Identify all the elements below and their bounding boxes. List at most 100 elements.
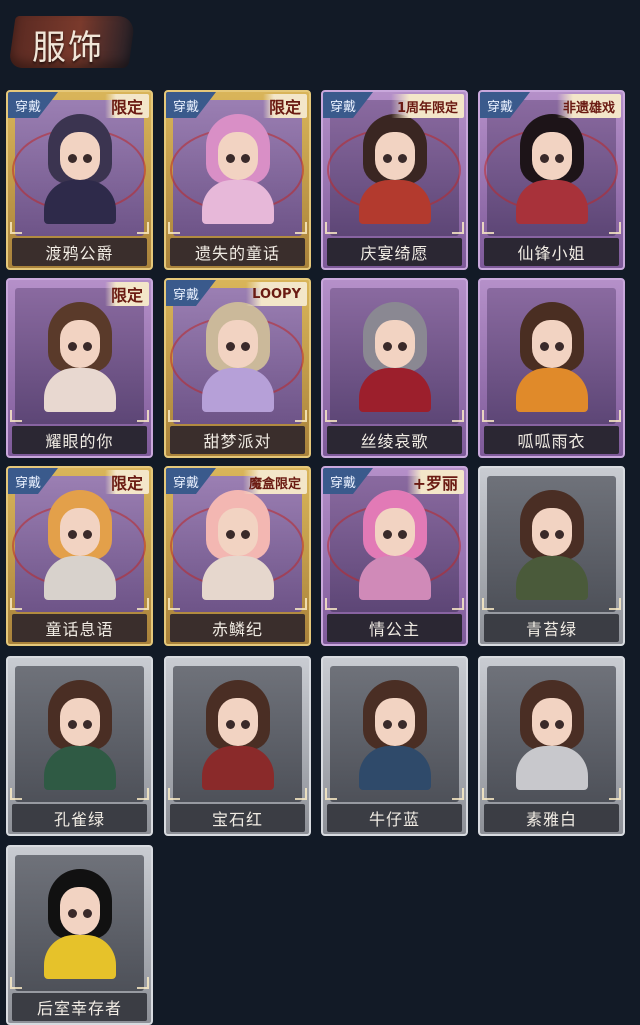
costume-card[interactable]: 限定 耀眼的你: [6, 278, 153, 458]
costume-name: 孔雀绿: [53, 810, 105, 829]
portrait-eye: [67, 342, 77, 351]
costume-card[interactable]: 素雅白: [478, 656, 625, 836]
costume-name-bar: 青苔绿: [484, 614, 619, 642]
portrait-eye: [554, 530, 564, 539]
costume-name-bar: 遗失的童话: [170, 238, 305, 266]
costume-name: 庆宴绮愿: [360, 244, 429, 263]
costume-name-bar: 仙锋小姐: [484, 238, 619, 266]
costume-card[interactable]: 孔雀绿: [6, 656, 153, 836]
frame-corner-decoration: [295, 598, 307, 610]
portrait-face: [59, 132, 100, 180]
costume-card[interactable]: 穿戴 1周年限定 庆宴绮愿: [321, 90, 468, 270]
costume-name: 遗失的童话: [194, 244, 280, 263]
character-portrait: [353, 680, 437, 790]
costume-card[interactable]: 穿戴 限定 童话息语: [6, 466, 153, 646]
portrait-face: [374, 698, 415, 746]
frame-corner-decoration: [452, 788, 464, 800]
costume-name-bar: 后室幸存者: [12, 993, 147, 1021]
frame-corner-decoration: [295, 410, 307, 422]
costume-card[interactable]: 穿戴 +罗丽 情公主: [321, 466, 468, 646]
character-portrait: [196, 680, 280, 790]
portrait-face: [217, 320, 258, 368]
portrait-eye: [82, 530, 92, 539]
costume-name-bar: 牛仔蓝: [327, 804, 462, 832]
character-portrait: [510, 302, 594, 412]
costume-card[interactable]: 穿戴 魔盒限定 赤鳞纪: [164, 466, 311, 646]
costume-card[interactable]: 丝绫哀歌: [321, 278, 468, 458]
portrait-outfit: [358, 368, 431, 412]
character-portrait: [510, 490, 594, 600]
costume-card[interactable]: 穿戴 LOOPY 甜梦派对: [164, 278, 311, 458]
frame-corner-decoration: [325, 222, 337, 234]
frame-corner-decoration: [482, 222, 494, 234]
costume-card[interactable]: 牛仔蓝: [321, 656, 468, 836]
portrait-eye: [82, 720, 92, 729]
portrait-face: [217, 132, 258, 180]
portrait-face: [531, 132, 572, 180]
costume-card[interactable]: 宝石红: [164, 656, 311, 836]
portrait-outfit: [201, 556, 274, 600]
portrait-face: [59, 887, 100, 935]
frame-corner-decoration: [168, 222, 180, 234]
costume-name-bar: 丝绫哀歌: [327, 426, 462, 454]
frame-corner-decoration: [452, 598, 464, 610]
costume-card[interactable]: 青苔绿: [478, 466, 625, 646]
rarity-badge: 限定: [104, 470, 149, 494]
character-portrait: [38, 490, 122, 600]
costume-name-bar: 童话息语: [12, 614, 147, 642]
portrait-outfit: [43, 935, 116, 979]
portrait-eye: [382, 530, 392, 539]
portrait-eye: [397, 530, 407, 539]
header: 服饰: [0, 0, 640, 90]
portrait-eye: [397, 342, 407, 351]
frame-corner-decoration: [482, 598, 494, 610]
portrait-face: [531, 698, 572, 746]
costume-name: 牛仔蓝: [368, 810, 420, 829]
portrait-eye: [397, 154, 407, 163]
frame-corner-decoration: [295, 222, 307, 234]
costume-card[interactable]: 穿戴 限定 渡鸦公爵: [6, 90, 153, 270]
costume-card[interactable]: 穿戴 限定 遗失的童话: [164, 90, 311, 270]
costume-card[interactable]: 后室幸存者: [6, 845, 153, 1025]
costume-name-bar: 赤鳞纪: [170, 614, 305, 642]
costume-name-bar: 宝石红: [170, 804, 305, 832]
portrait-eye: [382, 720, 392, 729]
portrait-eye: [397, 720, 407, 729]
costume-name: 甜梦派对: [203, 432, 272, 451]
rarity-badge: 限定: [104, 94, 149, 118]
frame-corner-decoration: [10, 222, 22, 234]
costume-name: 宝石红: [211, 810, 263, 829]
costume-name: 青苔绿: [525, 620, 577, 639]
costume-card[interactable]: 呱呱雨衣: [478, 278, 625, 458]
portrait-face: [374, 132, 415, 180]
character-portrait: [353, 114, 437, 224]
frame-corner-decoration: [325, 410, 337, 422]
frame-corner-decoration: [295, 788, 307, 800]
frame-corner-decoration: [10, 977, 22, 989]
costume-name: 呱呱雨衣: [517, 432, 586, 451]
character-portrait: [510, 680, 594, 790]
portrait-eye: [225, 530, 235, 539]
character-portrait: [38, 869, 122, 979]
frame-corner-decoration: [10, 598, 22, 610]
portrait-eye: [67, 530, 77, 539]
portrait-eye: [240, 154, 250, 163]
portrait-face: [531, 508, 572, 556]
costume-name: 仙锋小姐: [517, 244, 586, 263]
costume-name-bar: 孔雀绿: [12, 804, 147, 832]
portrait-eye: [539, 720, 549, 729]
rarity-badge: 限定: [104, 282, 149, 306]
portrait-eye: [67, 909, 77, 918]
costume-card[interactable]: 穿戴 非遗雄戏 仙锋小姐: [478, 90, 625, 270]
costume-name-bar: 渡鸦公爵: [12, 238, 147, 266]
costume-name-bar: 甜梦派对: [170, 426, 305, 454]
portrait-face: [531, 320, 572, 368]
portrait-eye: [225, 342, 235, 351]
portrait-face: [59, 320, 100, 368]
frame-corner-decoration: [137, 788, 149, 800]
portrait-eye: [539, 530, 549, 539]
costume-name: 赤鳞纪: [211, 620, 263, 639]
page-title: 服饰: [32, 28, 104, 68]
portrait-outfit: [515, 180, 588, 224]
portrait-eye: [382, 154, 392, 163]
